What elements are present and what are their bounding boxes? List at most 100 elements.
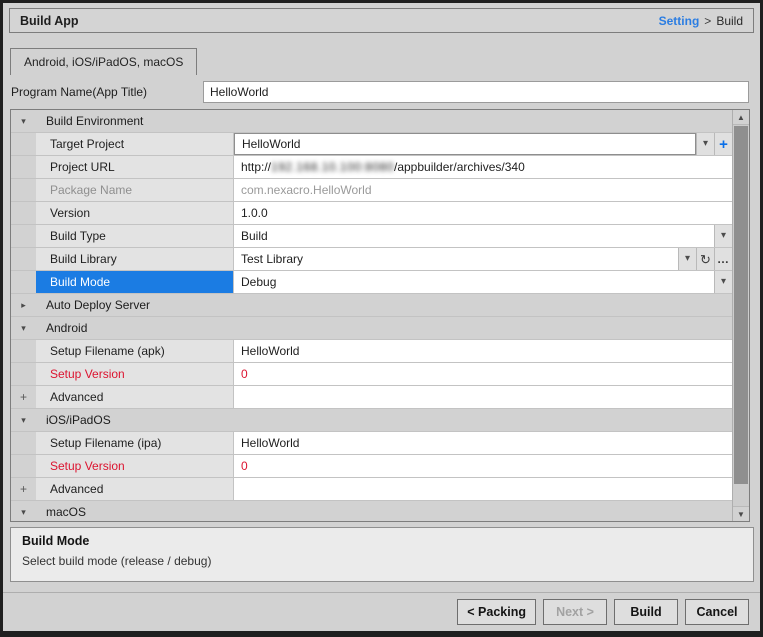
more-button[interactable]: …	[714, 248, 732, 270]
property-row-target-project[interactable]: Target ProjectHelloWorld ▾ +	[11, 133, 732, 156]
redacted-host: 192.168.10.100:8080	[271, 160, 394, 174]
url-suffix: /appbuilder/archives/340	[394, 160, 525, 174]
property-value[interactable]: Test Library	[234, 248, 678, 270]
property-description-panel: Build Mode Select build mode (release / …	[10, 527, 754, 582]
description-title: Build Mode	[22, 534, 742, 548]
property-label[interactable]: Package Name	[36, 179, 234, 201]
property-label[interactable]: Build Library	[36, 248, 234, 270]
property-value[interactable]	[234, 386, 732, 408]
breadcrumb-current: Build	[716, 14, 743, 28]
program-name-row: Program Name(App Title)	[11, 81, 749, 103]
property-label[interactable]: Version	[36, 202, 234, 224]
collapse-icon[interactable]: ▾	[21, 324, 26, 333]
packing-button[interactable]: < Packing	[457, 599, 536, 625]
property-value[interactable]: HelloWorld	[234, 432, 732, 454]
row-gutter: ▾	[11, 409, 36, 431]
property-label[interactable]: Advanced	[36, 386, 234, 408]
property-label[interactable]: Advanced	[36, 478, 234, 500]
expand-plus-icon[interactable]: +	[20, 391, 27, 403]
row-gutter	[11, 271, 36, 293]
collapse-icon[interactable]: ▾	[21, 117, 26, 126]
program-name-input[interactable]	[203, 81, 749, 103]
add-button[interactable]: +	[714, 133, 732, 155]
property-label[interactable]: Setup Version	[36, 363, 234, 385]
expand-plus-icon[interactable]: +	[20, 483, 27, 495]
dropdown-arrow-icon: ▾	[703, 139, 708, 149]
property-value[interactable]: 1.0.0	[234, 202, 732, 224]
dropdown-button[interactable]: ▾	[696, 133, 714, 155]
row-gutter	[11, 363, 36, 385]
add-icon: +	[719, 137, 728, 152]
property-label[interactable]: Setup Version	[36, 455, 234, 477]
section-row-build-environment[interactable]: ▾ Build Environment	[11, 110, 732, 133]
row-gutter	[11, 340, 36, 362]
collapse-icon[interactable]: ▾	[21, 508, 26, 517]
section-row-macos[interactable]: ▾ macOS	[11, 501, 732, 521]
property-value[interactable]: 0	[234, 455, 732, 477]
refresh-button[interactable]: ↻	[696, 248, 714, 270]
next-button[interactable]: Next >	[543, 599, 607, 625]
property-value[interactable]: HelloWorld	[234, 340, 732, 362]
property-value[interactable]: Debug	[234, 271, 714, 293]
build-app-dialog: Build App Setting > Build Android, iOS/i…	[0, 0, 763, 637]
property-row-package-name[interactable]: Package Namecom.nexacro.HelloWorld	[11, 179, 732, 202]
dropdown-arrow-icon: ▾	[721, 231, 726, 241]
property-value[interactable]: HelloWorld	[234, 133, 696, 155]
breadcrumb: Setting > Build	[659, 14, 743, 28]
section-title: Auto Deploy Server	[36, 294, 150, 316]
collapse-icon[interactable]: ▾	[21, 416, 26, 425]
section-row-ios-ipados[interactable]: ▾ iOS/iPadOS	[11, 409, 732, 432]
row-gutter	[11, 248, 36, 270]
property-grid-rows: ▾Build EnvironmentTarget ProjectHelloWor…	[11, 110, 732, 521]
section-title: macOS	[36, 501, 86, 521]
property-label[interactable]: Build Mode	[36, 271, 234, 293]
breadcrumb-setting-link[interactable]: Setting	[659, 14, 700, 28]
property-row-setup-filename-apk[interactable]: Setup Filename (apk)HelloWorld	[11, 340, 732, 363]
row-gutter: ▾	[11, 317, 36, 339]
property-row-version[interactable]: Version1.0.0	[11, 202, 732, 225]
expand-icon[interactable]: ▸	[21, 301, 26, 310]
property-label[interactable]: Target Project	[36, 133, 234, 155]
row-gutter	[11, 225, 36, 247]
build-button[interactable]: Build	[614, 599, 678, 625]
property-row-build-mode[interactable]: Build ModeDebug▾	[11, 271, 732, 294]
property-label[interactable]: Setup Filename (apk)	[36, 340, 234, 362]
breadcrumb-separator: >	[704, 14, 711, 28]
dropdown-button[interactable]: ▾	[714, 225, 732, 247]
row-gutter	[11, 202, 36, 224]
property-row-setup-version[interactable]: Setup Version0	[11, 363, 732, 386]
property-value[interactable]: 0	[234, 363, 732, 385]
dropdown-button[interactable]: ▾	[714, 271, 732, 293]
dropdown-button[interactable]: ▾	[678, 248, 696, 270]
property-row-build-type[interactable]: Build TypeBuild ▾	[11, 225, 732, 248]
property-value[interactable]: com.nexacro.HelloWorld	[234, 179, 732, 201]
property-label[interactable]: Build Type	[36, 225, 234, 247]
property-value[interactable]	[234, 478, 732, 500]
url-prefix: http://	[241, 160, 271, 174]
property-value[interactable]: Build	[234, 225, 714, 247]
refresh-icon: ↻	[700, 253, 711, 266]
property-row-project-url[interactable]: Project URLhttp://192.168.10.100:8080/ap…	[11, 156, 732, 179]
property-row-build-library[interactable]: Build LibraryTest Library▾ ↻…	[11, 248, 732, 271]
scrollbar-thumb[interactable]	[734, 126, 748, 484]
property-label[interactable]: Project URL	[36, 156, 234, 178]
scroll-down-icon[interactable]: ▼	[733, 506, 749, 521]
footer-button-bar: < Packing Next > Build Cancel	[3, 592, 760, 631]
property-label[interactable]: Setup Filename (ipa)	[36, 432, 234, 454]
property-row-advanced[interactable]: + Advanced	[11, 386, 732, 409]
section-row-android[interactable]: ▾Android	[11, 317, 732, 340]
row-gutter: ▾	[11, 501, 36, 521]
property-row-setup-filename-ipa[interactable]: Setup Filename (ipa)HelloWorld	[11, 432, 732, 455]
scroll-up-icon[interactable]: ▲	[733, 110, 749, 125]
row-gutter	[11, 156, 36, 178]
property-row-advanced[interactable]: + Advanced	[11, 478, 732, 501]
tab-android-ios-macos[interactable]: Android, iOS/iPadOS, macOS	[10, 48, 197, 75]
section-row-auto-deploy-server[interactable]: ▸ Auto Deploy Server	[11, 294, 732, 317]
property-value[interactable]: http://192.168.10.100:8080/appbuilder/ar…	[234, 156, 732, 178]
section-title: Build Environment	[36, 110, 143, 132]
section-title: iOS/iPadOS	[36, 409, 111, 431]
property-row-setup-version[interactable]: Setup Version0	[11, 455, 732, 478]
cancel-button[interactable]: Cancel	[685, 599, 749, 625]
title-bar: Build App Setting > Build	[9, 8, 754, 33]
vertical-scrollbar[interactable]: ▲ ▼	[732, 110, 749, 521]
